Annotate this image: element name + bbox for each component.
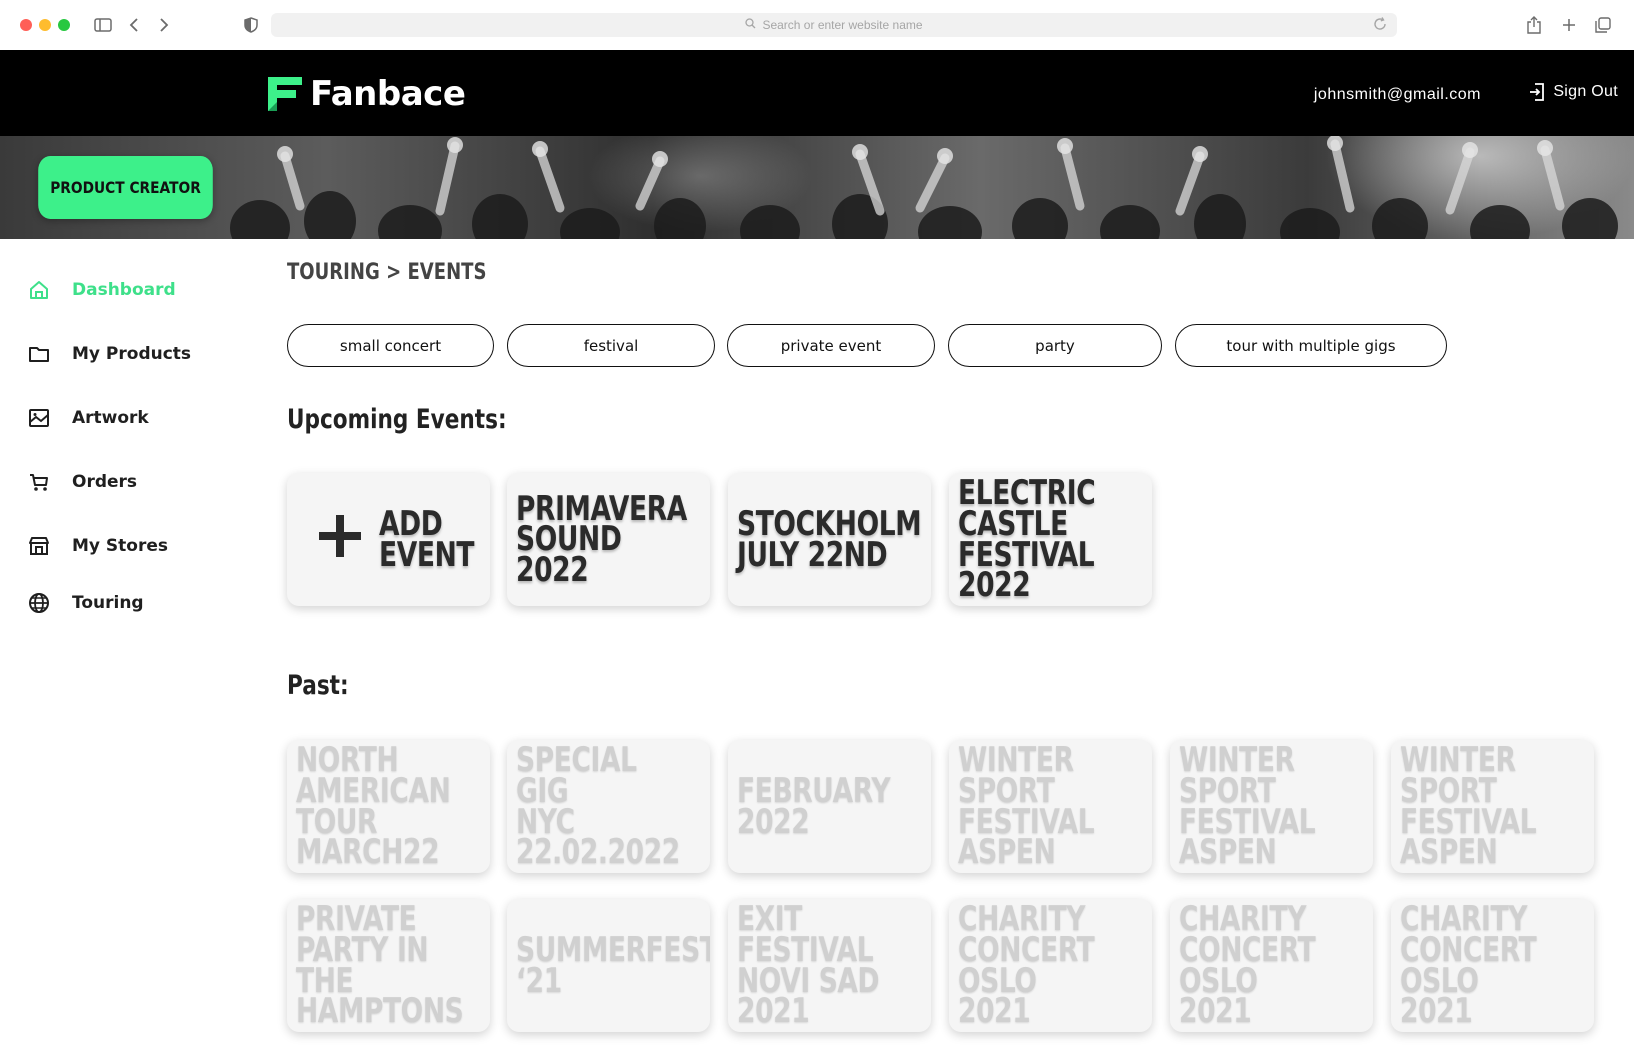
privacy-shield-icon[interactable] xyxy=(242,14,260,36)
event-title: CHARITY CONCERT OSLO 2021 xyxy=(1400,899,1537,1032)
window-close-button[interactable] xyxy=(20,19,32,31)
home-icon xyxy=(30,281,48,299)
event-title: STOCKHOLM JULY 22ND xyxy=(737,503,922,575)
breadcrumb: TOURING > EVENTS xyxy=(287,260,487,285)
add-event-card[interactable]: ADD EVENT xyxy=(287,473,490,606)
event-title: WINTER SPORT FESTIVAL ASPEN xyxy=(1400,740,1537,873)
share-icon[interactable] xyxy=(1525,14,1543,36)
past-event-card[interactable]: WINTER SPORT FESTIVAL ASPEN xyxy=(949,740,1152,873)
hero-banner: PRODUCT CREATOR xyxy=(0,136,1634,239)
sidebar-item-touring[interactable]: Touring xyxy=(28,592,144,614)
globe-icon xyxy=(29,593,49,613)
sidebar-item-my-stores[interactable]: My Stores xyxy=(28,535,168,557)
image-icon xyxy=(29,409,49,427)
sign-out-button[interactable]: Sign Out xyxy=(1529,83,1618,101)
sidebar-item-label: Touring xyxy=(72,593,144,613)
app-header: Fanbace johnsmith@gmail.com Sign Out xyxy=(0,50,1634,136)
past-event-card[interactable]: SPECIAL GIG NYC 22.02.2022 xyxy=(507,740,710,873)
sidebar-item-my-products[interactable]: My Products xyxy=(28,343,191,365)
folder-icon xyxy=(29,347,49,362)
event-title: SPECIAL GIG NYC 22.02.2022 xyxy=(516,740,680,873)
past-event-card[interactable]: CHARITY CONCERT OSLO 2021 xyxy=(1391,899,1594,1032)
sign-out-label: Sign Out xyxy=(1553,83,1618,100)
past-event-card[interactable]: CHARITY CONCERT OSLO 2021 xyxy=(1170,899,1373,1032)
event-title: WINTER SPORT FESTIVAL ASPEN xyxy=(1179,740,1316,873)
filter-party[interactable]: party xyxy=(948,324,1162,367)
past-event-card[interactable]: PRIVATE PARTY IN THE HAMPTONS xyxy=(287,899,490,1032)
brand-name: Fanbace xyxy=(310,74,466,114)
past-event-card[interactable]: FEBRUARY 2022 xyxy=(728,740,931,873)
sidebar-item-dashboard[interactable]: Dashboard xyxy=(28,279,176,301)
user-email: johnsmith@gmail.com xyxy=(1313,86,1481,103)
store-icon xyxy=(29,537,49,555)
past-event-card[interactable]: WINTER SPORT FESTIVAL ASPEN xyxy=(1391,740,1594,873)
sidebar-item-label: My Stores xyxy=(72,536,168,556)
event-title: NORTH AMERICAN TOUR MARCH22 xyxy=(296,740,451,873)
new-tab-icon[interactable] xyxy=(1560,14,1578,36)
cart-icon xyxy=(30,474,48,491)
sign-out-icon xyxy=(1530,83,1545,101)
event-card[interactable]: PRIMAVERA SOUND 2022 xyxy=(507,473,710,606)
sidebar-toggle-icon[interactable] xyxy=(92,14,114,36)
event-title: ELECTRIC CASTLE FESTIVAL 2022 xyxy=(958,473,1096,606)
brand-logo[interactable]: Fanbace xyxy=(268,74,466,114)
event-card[interactable]: ELECTRIC CASTLE FESTIVAL 2022 xyxy=(949,473,1152,606)
event-title: SUMMERFEST ‘21 xyxy=(516,929,710,1001)
crowd-image xyxy=(230,136,1618,239)
address-placeholder: Search or enter website name xyxy=(762,18,923,32)
window-zoom-button[interactable] xyxy=(58,19,70,31)
add-event-label: ADD EVENT xyxy=(379,503,475,575)
past-event-card[interactable]: EXIT FESTIVAL NOVI SAD 2021 xyxy=(728,899,931,1032)
event-title: FEBRUARY 2022 xyxy=(737,770,891,842)
past-event-card[interactable]: WINTER SPORT FESTIVAL ASPEN xyxy=(1170,740,1373,873)
filter-small-concert[interactable]: small concert xyxy=(287,324,494,367)
past-event-card[interactable]: CHARITY CONCERT OSLO 2021 xyxy=(949,899,1152,1032)
event-title: CHARITY CONCERT OSLO 2021 xyxy=(958,899,1095,1032)
event-title: CHARITY CONCERT OSLO 2021 xyxy=(1179,899,1316,1032)
event-title: PRIVATE PARTY IN THE HAMPTONS xyxy=(296,899,464,1032)
event-title: PRIMAVERA SOUND 2022 xyxy=(516,488,687,590)
sidebar-item-artwork[interactable]: Artwork xyxy=(28,407,149,429)
filter-tour-with-multiple-gigs[interactable]: tour with multiple gigs xyxy=(1175,324,1447,367)
event-title: EXIT FESTIVAL NOVI SAD 2021 xyxy=(737,899,880,1032)
past-event-card[interactable]: NORTH AMERICAN TOUR MARCH22 xyxy=(287,740,490,873)
event-title: WINTER SPORT FESTIVAL ASPEN xyxy=(958,740,1095,873)
past-events-title: Past: xyxy=(287,670,349,701)
product-creator-button[interactable]: PRODUCT CREATOR xyxy=(38,156,213,219)
search-icon xyxy=(745,18,756,32)
sidebar-item-orders[interactable]: Orders xyxy=(28,471,137,493)
sidebar-item-label: My Products xyxy=(72,344,192,364)
browser-toolbar: Search or enter website name xyxy=(0,0,1634,50)
sidebar-item-label: Dashboard xyxy=(72,280,176,300)
plus-icon xyxy=(319,515,361,557)
filter-private-event[interactable]: private event xyxy=(727,324,935,367)
address-bar[interactable]: Search or enter website name xyxy=(271,13,1397,37)
forward-icon[interactable] xyxy=(156,14,172,36)
sidebar-item-label: Artwork xyxy=(72,408,149,428)
tab-overview-icon[interactable] xyxy=(1594,14,1612,36)
filter-festival[interactable]: festival xyxy=(507,324,715,367)
back-icon[interactable] xyxy=(126,14,142,36)
fanbace-logo-icon xyxy=(268,77,302,111)
upcoming-events-title: Upcoming Events: xyxy=(287,404,507,435)
past-event-card[interactable]: SUMMERFEST ‘21 xyxy=(507,899,710,1032)
sidebar-item-label: Orders xyxy=(72,472,138,492)
reload-icon[interactable] xyxy=(1373,17,1387,34)
window-minimize-button[interactable] xyxy=(39,19,51,31)
event-card[interactable]: STOCKHOLM JULY 22ND xyxy=(728,473,931,606)
